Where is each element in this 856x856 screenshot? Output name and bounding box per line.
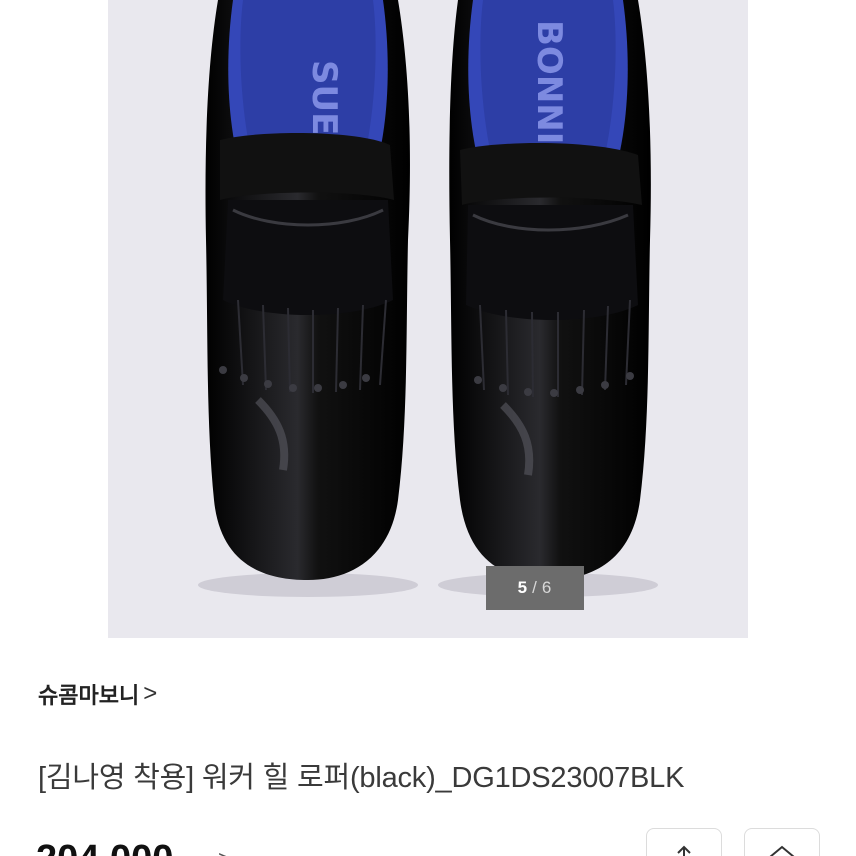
more-button[interactable]: [744, 828, 820, 856]
share-button[interactable]: [646, 828, 722, 856]
product-title: [김나영 착용] 워커 힐 로퍼(black)_DG1DS23007BLK: [38, 762, 685, 794]
brand-link[interactable]: 슈콤마보니 >: [38, 678, 157, 710]
image-counter-separator: /: [532, 578, 538, 597]
image-counter-total: 6: [541, 578, 553, 597]
brand-name: 슈콤마보니: [38, 683, 140, 708]
chevron-right-icon: >: [143, 680, 158, 707]
right-shoe: BONNIE: [449, 0, 651, 580]
price-chevron-icon[interactable]: >: [218, 846, 231, 856]
share-icon: [677, 845, 691, 856]
product-image-gallery[interactable]: SUECO BONNIE 5 / 6: [108, 0, 748, 638]
product-price: 204,000: [36, 838, 173, 856]
image-counter: 5 / 6: [486, 566, 584, 610]
loafer-pair-image: SUECO BONNIE: [198, 0, 658, 597]
image-counter-current: 5: [517, 578, 529, 597]
chevron-up-icon: [769, 845, 795, 856]
left-shoe: SUECO: [205, 0, 410, 580]
